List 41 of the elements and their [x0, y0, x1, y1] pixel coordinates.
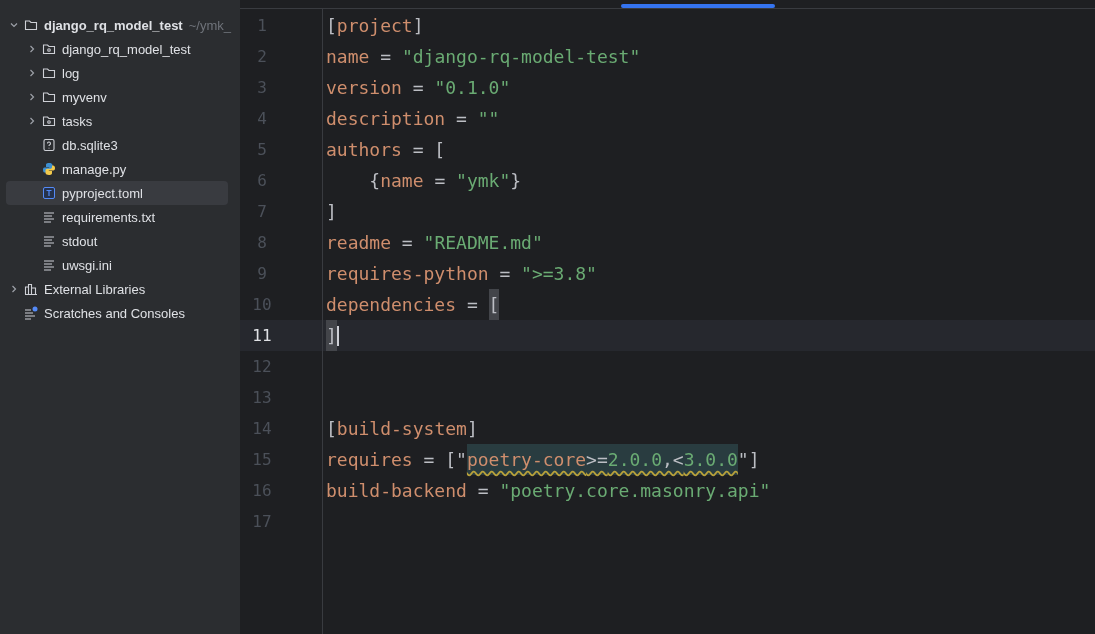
- tree-item[interactable]: db.sqlite3: [6, 133, 238, 157]
- tree-item[interactable]: tasks: [6, 109, 238, 133]
- tree-item[interactable]: manage.py: [6, 157, 238, 181]
- tree-item[interactable]: uwsgi.ini: [6, 253, 238, 277]
- code-line: [project]: [326, 14, 424, 38]
- scratches-icon: [24, 306, 38, 320]
- code-line: [build-system]: [326, 417, 478, 441]
- tree-item[interactable]: External Libraries: [6, 277, 238, 301]
- tree-item[interactable]: pyproject.toml: [6, 181, 228, 205]
- code-line: readme = "README.md": [326, 231, 543, 255]
- letter-file-icon: [42, 186, 56, 200]
- code-line: {name = "ymk"}: [368, 169, 522, 193]
- folder-icon: [42, 114, 56, 128]
- tree-item[interactable]: stdout: [6, 229, 238, 253]
- code-line: requires-python = ">=3.8": [326, 262, 597, 286]
- python-icon: [42, 162, 56, 176]
- code-line: authors = [: [326, 138, 446, 162]
- text-file-icon: [42, 210, 56, 224]
- code-line: version = "0.1.0": [326, 76, 511, 100]
- question-file-icon: [42, 138, 56, 152]
- folder-icon: [42, 66, 56, 80]
- code-line: name = "django-rq-model-test": [326, 45, 641, 69]
- code-line: requires = ["poetry-core>=2.0.0,<3.0.0"]: [326, 444, 760, 475]
- code-line: dependencies = [: [326, 289, 500, 320]
- line-number: 11: [251, 326, 273, 345]
- folder-icon: [42, 42, 56, 56]
- project-path: ~/ymk_: [188, 17, 231, 33]
- text-file-icon: [42, 234, 56, 248]
- text-file-icon: [42, 258, 56, 272]
- tree-item[interactable]: myvenv: [6, 85, 238, 109]
- code-line: description = "": [326, 107, 500, 131]
- tree-item[interactable]: django_rq_model_test ~/ymk_: [6, 13, 238, 37]
- folder-icon: [42, 90, 56, 104]
- code-line: build-backend = "poetry.core.masonry.api": [326, 479, 771, 503]
- tree-item[interactable]: log: [6, 61, 238, 85]
- library-icon: [24, 282, 38, 296]
- code-line: ]: [326, 200, 337, 224]
- folder-icon: [24, 18, 38, 32]
- tree-item[interactable]: requirements.txt: [6, 205, 238, 229]
- tree-item[interactable]: django_rq_model_test: [6, 37, 238, 61]
- tree-item[interactable]: Scratches and Consoles: [6, 301, 238, 325]
